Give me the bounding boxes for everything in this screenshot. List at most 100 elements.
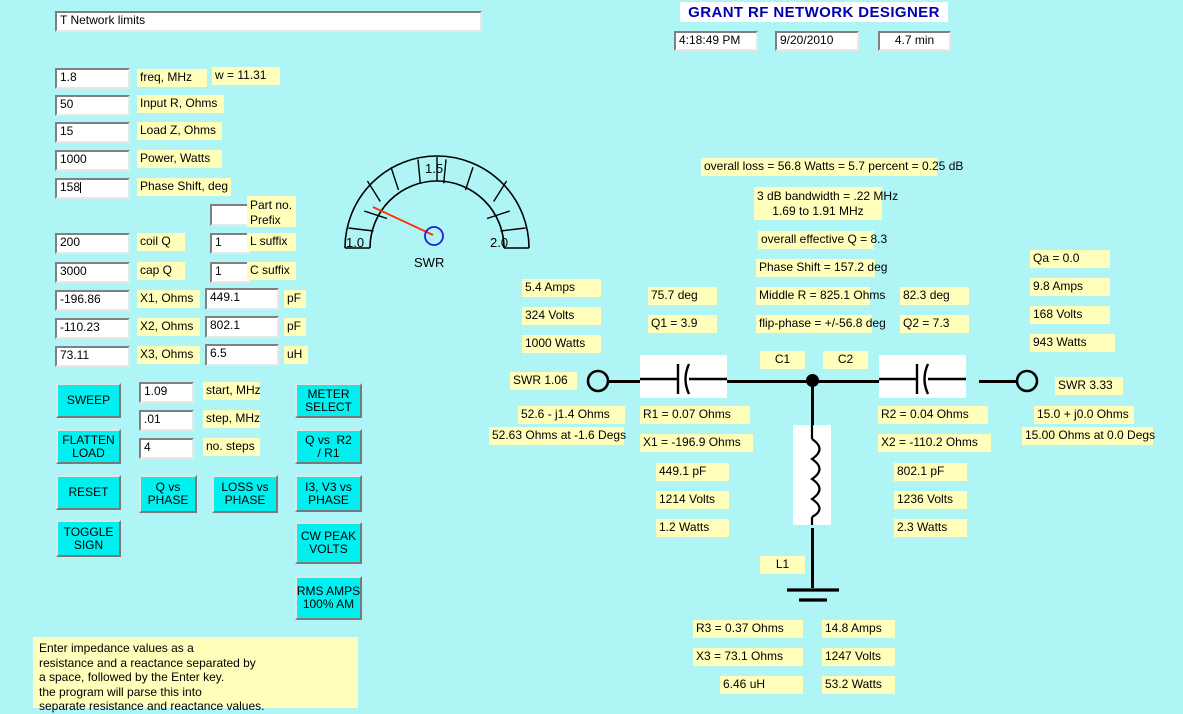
- meter-select-button[interactable]: METER SELECT: [295, 383, 362, 418]
- x1-label: X1, Ohms: [137, 290, 200, 308]
- network-title-input[interactable]: T Network limits: [55, 11, 482, 32]
- swr-needle: [372, 206, 434, 236]
- l-suffix-input[interactable]: 1: [210, 233, 251, 254]
- output-impedance: 15.0 + j0.0 Ohms: [1034, 406, 1134, 424]
- swr-tick-low: 1.0: [346, 235, 365, 250]
- c2-capacitor-symbol: [879, 355, 966, 398]
- l1-unit-label: uH: [284, 346, 308, 364]
- rms-amps-button[interactable]: RMS AMPS 100% AM: [295, 576, 362, 620]
- output-swr: SWR 3.33: [1055, 377, 1123, 395]
- l1-reactance: X3 = 73.1 Ohms: [693, 648, 803, 666]
- i3-v3-vs-phase-button[interactable]: I3, V3 vs PHASE: [295, 475, 362, 512]
- part-prefix-input[interactable]: [210, 204, 251, 226]
- l-suffix-label: L suffix: [247, 233, 296, 251]
- coil-q-label: coil Q: [137, 233, 185, 251]
- output-impedance-polar: 15.00 Ohms at 0.0 Degs: [1022, 427, 1155, 445]
- c2-value-input[interactable]: 802.1: [205, 316, 279, 338]
- elapsed-field: 4.7 min: [878, 31, 951, 51]
- app-title: GRANT RF NETWORK DESIGNER: [680, 2, 948, 22]
- bandwidth-result: 3 dB bandwidth = .22 MHz 1.69 to 1.91 MH…: [754, 187, 898, 220]
- reset-button[interactable]: RESET: [56, 475, 121, 510]
- load-z-input[interactable]: 15: [55, 122, 130, 143]
- q1-value: Q1 = 3.9: [648, 315, 717, 333]
- power-input[interactable]: 1000: [55, 150, 130, 171]
- c2-reactance: X2 = -110.2 Ohms: [878, 434, 991, 452]
- c1-unit-label: pF: [284, 290, 306, 308]
- wire-c1-node: [727, 380, 813, 383]
- flip-phase-result: flip-phase = +/-56.8 deg: [756, 315, 886, 333]
- effective-q-result: overall effective Q = 8.3: [758, 231, 887, 249]
- freq-label: freq, MHz: [137, 69, 207, 87]
- c1-resistance: R1 = 0.07 Ohms: [640, 406, 750, 424]
- swr-tick-mid: 1.5: [425, 161, 444, 176]
- wire-node-c2: [816, 380, 880, 383]
- swr-hub: [424, 226, 444, 246]
- c-suffix-input[interactable]: 1: [210, 262, 251, 283]
- c1-tag: C1: [760, 351, 805, 369]
- cw-peak-volts-button[interactable]: CW PEAK VOLTS: [295, 522, 362, 564]
- q2-deg: 82.3 deg: [900, 287, 969, 305]
- swr-meter-label: SWR: [414, 255, 445, 270]
- q2-value: Q2 = 7.3: [900, 315, 969, 333]
- x3-input[interactable]: 73.11: [55, 346, 130, 367]
- x2-label: X2, Ohms: [137, 318, 200, 336]
- middle-r-result: Middle R = 825.1 Ohms: [756, 287, 885, 305]
- l1-value-input[interactable]: 6.5: [205, 344, 279, 366]
- instructions-note: Enter impedance values as a resistance a…: [33, 637, 358, 713]
- coil-q-input[interactable]: 200: [55, 233, 130, 254]
- c1-volts: 1214 Volts: [656, 491, 729, 509]
- sweep-steps-input[interactable]: 4: [139, 438, 194, 459]
- l1-tag: L1: [760, 556, 805, 574]
- l1-volts: 1247 Volts: [822, 648, 895, 666]
- l1-resistance: R3 = 0.37 Ohms: [693, 620, 803, 638]
- power-label: Power, Watts: [137, 150, 222, 168]
- part-prefix-label: Part no. Prefix: [247, 196, 296, 227]
- input-r-label: Input R, Ohms: [137, 95, 224, 113]
- phase-shift-input[interactable]: 158: [55, 178, 130, 199]
- c2-volts: 1236 Volts: [894, 491, 967, 509]
- l1-amps: 14.8 Amps: [822, 620, 895, 638]
- phase-shift-label: Phase Shift, deg: [137, 178, 231, 196]
- q-vs-r2-r1-button[interactable]: Q vs R2 / R1: [295, 429, 362, 464]
- x2-input[interactable]: -110.23: [55, 318, 130, 339]
- input-impedance: 52.6 - j1.4 Ohms: [518, 406, 625, 424]
- qa-value: Qa = 0.0: [1030, 250, 1110, 268]
- wire-output: [979, 380, 1017, 383]
- swr-tick-high: 2.0: [490, 235, 509, 250]
- freq-input[interactable]: 1.8: [55, 68, 130, 89]
- sweep-steps-label: no. steps: [203, 438, 260, 456]
- l1-watts: 53.2 Watts: [822, 676, 895, 694]
- overall-loss-result: overall loss = 56.8 Watts = 5.7 percent …: [701, 158, 963, 176]
- qa-amps: 9.8 Amps: [1030, 278, 1110, 296]
- x3-label: X3, Ohms: [137, 346, 200, 364]
- date-field: 9/20/2010: [775, 31, 859, 51]
- c2-tag: C2: [823, 351, 868, 369]
- c1-value-input[interactable]: 449.1: [205, 288, 279, 310]
- cap-q-input[interactable]: 3000: [55, 262, 130, 283]
- input-r-input[interactable]: 50: [55, 95, 130, 116]
- c1-watts: 1.2 Watts: [656, 519, 729, 537]
- w-label: w = 11.31: [212, 67, 280, 85]
- sweep-step-label: step, MHz: [203, 410, 260, 428]
- toggle-sign-button[interactable]: TOGGLE SIGN: [56, 520, 121, 557]
- output-terminal-icon: [1014, 368, 1040, 394]
- clock-field: 4:18:49 PM: [674, 31, 758, 51]
- sweep-button[interactable]: SWEEP: [56, 383, 121, 418]
- q-vs-phase-button[interactable]: Q vs PHASE: [139, 475, 197, 513]
- ground-icon: [785, 585, 841, 607]
- sweep-start-input[interactable]: 1.09: [139, 382, 194, 403]
- wire-l1-ground: [811, 528, 814, 588]
- qa-volts: 168 Volts: [1030, 306, 1110, 324]
- phase-shift-result: Phase Shift = 157.2 deg: [756, 259, 887, 277]
- cap-q-label: cap Q: [137, 262, 185, 280]
- input-watts: 1000 Watts: [522, 335, 601, 353]
- c1-capacitor-symbol: [640, 355, 727, 398]
- x1-input[interactable]: -196.86: [55, 290, 130, 311]
- flatten-load-button[interactable]: FLATTEN LOAD: [56, 429, 121, 464]
- c-suffix-label: C suffix: [247, 262, 296, 280]
- l1-inductance: 6.46 uH: [720, 676, 803, 694]
- c2-capacitance: 802.1 pF: [894, 463, 967, 481]
- l1-inductor-symbol: [793, 425, 831, 525]
- sweep-step-input[interactable]: .01: [139, 410, 194, 431]
- loss-vs-phase-button[interactable]: LOSS vs PHASE: [212, 475, 278, 513]
